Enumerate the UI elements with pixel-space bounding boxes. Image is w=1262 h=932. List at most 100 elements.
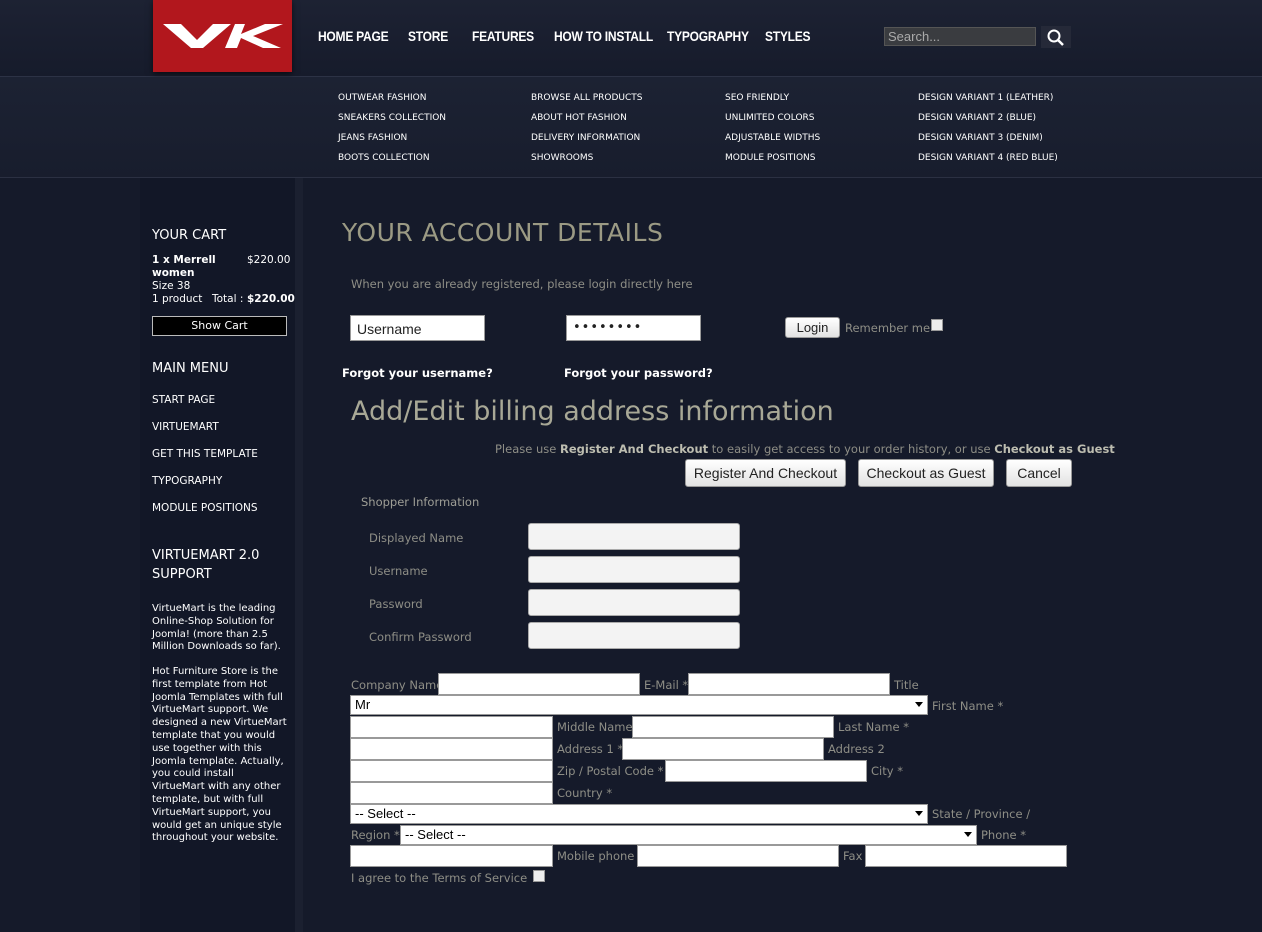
menu-item-module-positions[interactable]: MODULE POSITIONS — [152, 502, 258, 514]
support-line: Joomla! (more than 2.5 — [152, 628, 268, 640]
submenu-jeans-fashion[interactable]: JEANS FASHION — [338, 133, 407, 143]
register-and-checkout-button[interactable]: Register And Checkout — [685, 459, 846, 487]
show-cart-button[interactable]: Show Cart — [152, 316, 287, 336]
menu-item-virtuemart[interactable]: VIRTUEMART — [152, 421, 219, 433]
address1-input[interactable] — [622, 738, 824, 760]
mobile-phone-label: Mobile phone — [557, 849, 635, 863]
cart-item-price: $220.00 — [247, 254, 291, 266]
displayed-name-input[interactable] — [528, 523, 740, 550]
submenu-delivery-information[interactable]: DELIVERY INFORMATION — [531, 133, 640, 143]
mobile-phone-input[interactable] — [637, 845, 839, 867]
nav-home-page[interactable]: HOME PAGE — [318, 28, 389, 44]
cart-item-name-2[interactable]: women — [152, 267, 194, 279]
submenu-module-positions[interactable]: MODULE POSITIONS — [725, 153, 816, 163]
support-line: template that you would — [152, 729, 276, 741]
title-select[interactable]: Mr — [350, 695, 928, 715]
submenu-unlimited-colors[interactable]: UNLIMITED COLORS — [725, 113, 815, 123]
support-paragraph-2: Hot Furniture Store is the first templat… — [152, 666, 292, 845]
zip-input[interactable] — [665, 760, 867, 782]
login-hint: When you are already registered, please … — [351, 277, 693, 291]
submenu-browse-all-products[interactable]: BROWSE ALL PRODUCTS — [531, 93, 643, 103]
login-button[interactable]: Login — [785, 317, 840, 338]
email-input[interactable] — [688, 673, 890, 695]
fax-input[interactable] — [865, 845, 1067, 867]
last-name-input[interactable] — [350, 738, 553, 760]
checkout-hint-guest: Checkout as Guest — [994, 442, 1115, 456]
support-line: template, but with full — [152, 793, 264, 805]
submenu-showrooms[interactable]: SHOWROOMS — [531, 153, 593, 163]
support-line: first template from Hot — [152, 678, 268, 690]
support-line: throughout your website. — [152, 832, 279, 844]
address2-input[interactable] — [350, 760, 553, 782]
nav-how-to-install[interactable]: HOW TO INSTALL — [554, 28, 653, 44]
country-select[interactable]: -- Select -- — [350, 804, 928, 824]
company-name-label: Company Name — [351, 678, 444, 692]
state-select[interactable]: -- Select -- — [400, 825, 977, 845]
page-title: YOUR ACCOUNT DETAILS — [342, 218, 664, 247]
phone-input[interactable] — [350, 845, 553, 867]
checkout-hint-register: Register And Checkout — [560, 442, 709, 456]
confirm-password-input[interactable] — [528, 622, 740, 649]
middle-name-input[interactable] — [632, 716, 834, 738]
support-line: designed a new VirtueMart — [152, 717, 287, 729]
state-label-2: Region * — [351, 828, 400, 842]
city-input[interactable] — [350, 782, 553, 804]
submenu-sneakers-collection[interactable]: SNEAKERS COLLECTION — [338, 113, 446, 123]
search-input[interactable]: Search... — [884, 27, 1036, 46]
remember-me-checkbox[interactable] — [931, 319, 943, 331]
cart-item-name[interactable]: 1 x Merrell — [152, 254, 216, 266]
forgot-username-link[interactable]: Forgot your username? — [342, 366, 493, 380]
zip-label: Zip / Postal Code * — [557, 764, 664, 778]
support-line: Million Downloads so far). — [152, 641, 281, 653]
phone-label: Phone * — [981, 828, 1027, 842]
menu-item-start-page[interactable]: START PAGE — [152, 394, 215, 406]
forgot-password-link[interactable]: Forgot your password? — [564, 366, 713, 380]
checkout-hint: Please use Register And Checkout to easi… — [495, 442, 1115, 456]
submenu-adjustable-widths[interactable]: ADJUSTABLE WIDTHS — [725, 133, 820, 143]
support-line: VirtueMart with any other — [152, 781, 281, 793]
confirm-password-label: Confirm Password — [369, 630, 472, 644]
country-select-value: -- Select -- — [355, 806, 416, 821]
middle-name-label: Middle Name — [557, 720, 633, 734]
terms-label: I agree to the Terms of Service — [351, 871, 528, 885]
submenu-outwear-fashion[interactable]: OUTWEAR FASHION — [338, 93, 426, 103]
support-line: you could install — [152, 768, 234, 780]
support-line: use together with this — [152, 742, 262, 754]
submenu-boots-collection[interactable]: BOOTS COLLECTION — [338, 153, 430, 163]
support-line: Online-Shop Solution for — [152, 615, 274, 627]
remember-me-label: Remember me — [845, 321, 931, 335]
password-input[interactable] — [528, 589, 740, 616]
title-label: Title — [894, 678, 919, 692]
submenu-about-hot-fashion[interactable]: ABOUT HOT FASHION — [531, 113, 627, 123]
first-name-input[interactable] — [350, 716, 553, 738]
menu-item-typography[interactable]: TYPOGRAPHY — [152, 475, 222, 487]
submenu-design-variant-4[interactable]: DESIGN VARIANT 4 (RED BLUE) — [918, 153, 1058, 163]
nav-features[interactable]: FEATURES — [472, 28, 534, 44]
chevron-down-icon — [915, 702, 923, 707]
submenu-design-variant-3[interactable]: DESIGN VARIANT 3 (DENIM) — [918, 133, 1043, 143]
company-name-input[interactable] — [438, 673, 640, 695]
menu-item-get-this-template[interactable]: GET THIS TEMPLATE — [152, 448, 258, 460]
terms-checkbox[interactable] — [533, 870, 545, 882]
support-line: Hot Furniture Store is the — [152, 666, 279, 677]
submenu-design-variant-2[interactable]: DESIGN VARIANT 2 (BLUE) — [918, 113, 1036, 123]
nav-styles[interactable]: STYLES — [765, 28, 811, 44]
fax-label: Fax — [843, 849, 863, 863]
nav-store[interactable]: STORE — [408, 28, 448, 44]
support-line: VirtueMart support. We — [152, 704, 269, 716]
site-logo[interactable] — [153, 0, 292, 72]
search-button[interactable] — [1041, 26, 1071, 48]
submenu-seo-friendly[interactable]: SEO FRIENDLY — [725, 93, 789, 103]
cart-total-value: $220.00 — [247, 293, 295, 305]
support-line: Joomla template. Actually, — [152, 755, 284, 767]
username-input[interactable] — [528, 556, 740, 583]
support-title-2: SUPPORT — [152, 567, 212, 582]
chevron-down-icon — [915, 811, 923, 816]
submenu-design-variant-1[interactable]: DESIGN VARIANT 1 (LEATHER) — [918, 93, 1053, 103]
support-line: Joomla Templates with full — [152, 691, 283, 703]
login-password-input[interactable]: •••••••• — [566, 315, 701, 341]
login-username-input[interactable]: Username — [350, 315, 485, 341]
checkout-as-guest-button[interactable]: Checkout as Guest — [858, 459, 994, 487]
nav-typography[interactable]: TYPOGRAPHY — [667, 28, 749, 44]
cancel-button[interactable]: Cancel — [1006, 459, 1072, 487]
